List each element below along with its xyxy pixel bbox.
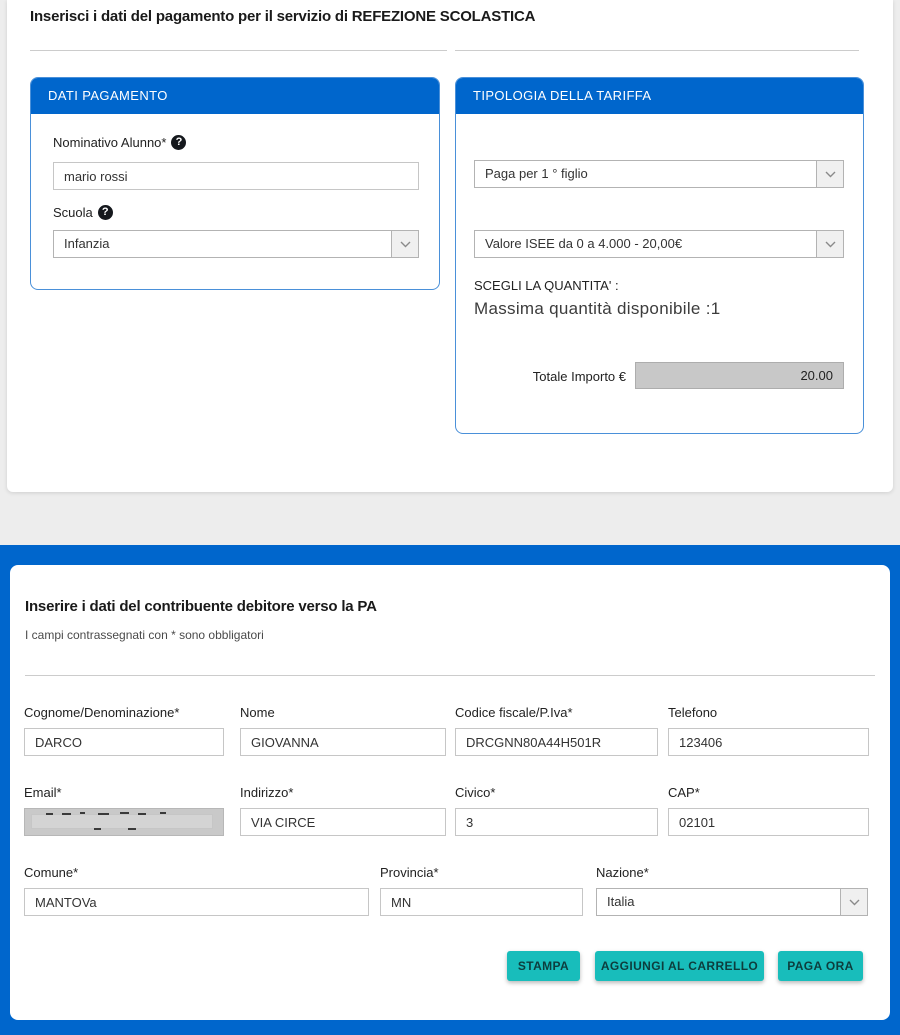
title-divider-left bbox=[30, 50, 447, 51]
address-input[interactable] bbox=[240, 808, 446, 836]
city-label: Comune* bbox=[24, 865, 78, 880]
fiscal-code-input[interactable] bbox=[455, 728, 658, 756]
quantity-label: SCEGLI LA QUANTITA' : bbox=[474, 278, 619, 293]
city-input[interactable] bbox=[24, 888, 369, 916]
child-number-select-value: Paga per 1 ° figlio bbox=[475, 161, 816, 187]
email-label: Email* bbox=[24, 785, 62, 800]
total-amount-input bbox=[635, 362, 844, 389]
province-label: Provincia* bbox=[380, 865, 439, 880]
isee-tariff-select-value: Valore ISEE da 0 a 4.000 - 20,00€ bbox=[475, 231, 816, 257]
chevron-down-icon bbox=[840, 889, 867, 915]
debtor-section-title: Inserire i dati del contribuente debitor… bbox=[25, 598, 377, 615]
tariff-panel-header: TIPOLOGIA DELLA TARIFFA bbox=[456, 78, 863, 114]
debtor-section-subtitle: I campi contrassegnati con * sono obblig… bbox=[25, 628, 264, 642]
payment-entry-card: Inserisci i dati del pagamento per il se… bbox=[7, 0, 893, 492]
school-select[interactable]: Infanzia bbox=[53, 230, 419, 258]
chevron-down-icon bbox=[816, 231, 843, 257]
student-name-label-text: Nominativo Alunno* bbox=[53, 135, 166, 150]
name-label: Nome bbox=[240, 705, 275, 720]
nation-label: Nazione* bbox=[596, 865, 649, 880]
nation-select[interactable]: Italia bbox=[596, 888, 868, 916]
total-amount-label: Totale Importo € bbox=[456, 369, 626, 384]
title-divider-right bbox=[455, 50, 859, 51]
phone-input[interactable] bbox=[668, 728, 869, 756]
question-circle-icon[interactable]: ? bbox=[98, 205, 113, 220]
nation-select-value: Italia bbox=[597, 889, 840, 915]
cap-input[interactable] bbox=[668, 808, 869, 836]
add-to-cart-button[interactable]: AGGIUNGI AL CARRELLO bbox=[595, 951, 764, 981]
debtor-section-background: Inserire i dati del contribuente debitor… bbox=[0, 545, 900, 1035]
page-title: Inserisci i dati del pagamento per il se… bbox=[30, 8, 535, 25]
child-number-select[interactable]: Paga per 1 ° figlio bbox=[474, 160, 844, 188]
surname-label: Cognome/Denominazione* bbox=[24, 705, 179, 720]
civic-input[interactable] bbox=[455, 808, 658, 836]
cap-label: CAP* bbox=[668, 785, 700, 800]
surname-input[interactable] bbox=[24, 728, 224, 756]
school-label-text: Scuola bbox=[53, 205, 93, 220]
tariff-type-panel: TIPOLOGIA DELLA TARIFFA Paga per 1 ° fig… bbox=[455, 77, 864, 434]
student-name-label: Nominativo Alunno* ? bbox=[53, 135, 186, 150]
email-input bbox=[24, 808, 224, 836]
name-input[interactable] bbox=[240, 728, 446, 756]
form-divider bbox=[25, 675, 875, 676]
pay-now-button[interactable]: PAGA ORA bbox=[778, 951, 863, 981]
chevron-down-icon bbox=[391, 231, 418, 257]
phone-label: Telefono bbox=[668, 705, 717, 720]
payment-panel-header: DATI PAGAMENTO bbox=[31, 78, 439, 114]
redacted-text bbox=[31, 814, 213, 829]
chevron-down-icon bbox=[816, 161, 843, 187]
max-quantity-text: Massima quantità disponibile :1 bbox=[474, 299, 721, 319]
province-input[interactable] bbox=[380, 888, 583, 916]
isee-tariff-select[interactable]: Valore ISEE da 0 a 4.000 - 20,00€ bbox=[474, 230, 844, 258]
fiscal-code-label: Codice fiscale/P.Iva* bbox=[455, 705, 573, 720]
question-circle-icon[interactable]: ? bbox=[171, 135, 186, 150]
payment-data-panel: DATI PAGAMENTO Nominativo Alunno* ? Scuo… bbox=[30, 77, 440, 290]
address-label: Indirizzo* bbox=[240, 785, 293, 800]
school-select-value: Infanzia bbox=[54, 231, 391, 257]
student-name-input[interactable] bbox=[53, 162, 419, 190]
print-button[interactable]: STAMPA bbox=[507, 951, 580, 981]
debtor-data-card: Inserire i dati del contribuente debitor… bbox=[10, 565, 890, 1020]
civic-label: Civico* bbox=[455, 785, 495, 800]
school-label: Scuola ? bbox=[53, 205, 113, 220]
